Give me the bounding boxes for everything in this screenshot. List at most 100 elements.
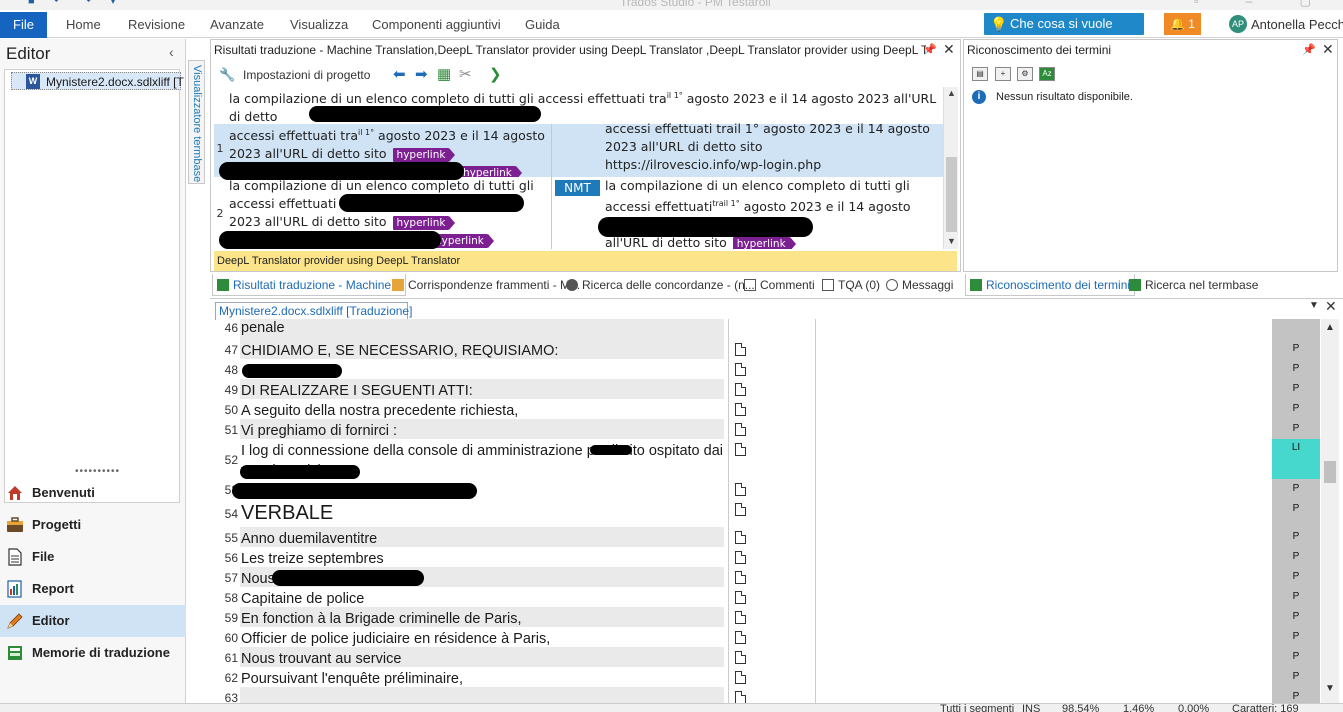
segment-row[interactable]: 55 Anno duemilaventitre P bbox=[212, 527, 1320, 547]
segment-target[interactable] bbox=[818, 627, 1272, 647]
segment-target[interactable] bbox=[818, 359, 1272, 379]
arrow-left-icon[interactable]: ⬅ bbox=[393, 65, 406, 83]
segment-target[interactable] bbox=[818, 527, 1272, 547]
segment-row[interactable]: 47 CHIDIAMO E, SE NECESSARIO, REQUISIAMO… bbox=[212, 339, 1320, 359]
segment-source[interactable]: Officier de police judiciaire en résiden… bbox=[240, 627, 724, 647]
project-settings-button[interactable]: Impostazioni di progetto bbox=[243, 68, 370, 82]
segment-target[interactable] bbox=[818, 567, 1272, 587]
segment-row[interactable]: 49 DI REALIZZARE I SEGUENTI ATTI: P bbox=[212, 379, 1320, 399]
segment-target[interactable] bbox=[818, 399, 1272, 419]
segment-row[interactable]: 60 Officier de police judiciaire en rési… bbox=[212, 627, 1320, 647]
segment-source[interactable]: Les treize septembres bbox=[240, 547, 724, 567]
segment-source[interactable]: Vi preghiamo di fornirci : bbox=[240, 419, 724, 439]
user-name[interactable]: Antonella Pecchi bbox=[1251, 17, 1343, 32]
segment-source[interactable]: penale bbox=[240, 319, 724, 339]
segment-target[interactable] bbox=[818, 379, 1272, 399]
pin-icon[interactable]: 📌 bbox=[1302, 43, 1316, 56]
nav-item-benvenuti[interactable]: Benvenuti bbox=[0, 477, 186, 509]
settings-icon[interactable]: 🔧 bbox=[219, 67, 235, 82]
tab-visualizza[interactable]: Visualizza bbox=[290, 17, 348, 32]
results-scrollbar[interactable]: ▲ ▼ bbox=[943, 87, 958, 249]
arrow-right-icon[interactable]: ➡ bbox=[415, 65, 428, 83]
scroll-down-icon[interactable]: ▼ bbox=[1325, 683, 1335, 694]
termbase-viewer-tab[interactable]: Visualizzatore termbase bbox=[188, 60, 205, 184]
segment-source[interactable]: CHIDIAMO E, SE NECESSARIO, REQUISIAMO: bbox=[240, 339, 724, 359]
segment-source[interactable]: VERBALE bbox=[240, 499, 724, 527]
tab-concordance-search[interactable]: Ricerca delle concordanze - (n... bbox=[566, 274, 755, 296]
pin-icon[interactable]: 📌 bbox=[923, 43, 937, 56]
segment-target[interactable] bbox=[818, 607, 1272, 627]
file-tab[interactable]: File bbox=[0, 12, 47, 38]
tab-guida[interactable]: Guida bbox=[525, 17, 560, 32]
tell-me-box[interactable]: 💡 Che cosa si vuole fare? bbox=[984, 13, 1144, 53]
collapse-pane-icon[interactable]: ‹ bbox=[169, 44, 174, 60]
tools-icon[interactable]: ✂ bbox=[459, 65, 472, 83]
segment-target[interactable] bbox=[818, 667, 1272, 687]
scroll-down-icon[interactable]: ▼ bbox=[947, 236, 956, 246]
tab-fragment-matches[interactable]: Corrispondenze frammenti - M... bbox=[392, 274, 580, 296]
tab-home[interactable]: Home bbox=[66, 17, 101, 32]
scroll-thumb[interactable] bbox=[1324, 461, 1336, 483]
segment-source[interactable]: DI REALIZZARE I SEGUENTI ATTI: bbox=[240, 379, 724, 399]
tab-translation-results[interactable]: Risultati traduzione - Machine... bbox=[212, 274, 407, 296]
segment-target[interactable] bbox=[818, 439, 1272, 479]
file-tree-item[interactable]: W Mynistere2.docx.sdlxliff [T bbox=[11, 72, 184, 90]
segment-row[interactable]: 56 Les treize septembres P bbox=[212, 547, 1320, 567]
nav-item-file[interactable]: File bbox=[0, 541, 186, 573]
segment-row[interactable]: 61 Nous trouvant au service P bbox=[212, 647, 1320, 667]
segment-target[interactable] bbox=[818, 419, 1272, 439]
segment-source[interactable] bbox=[240, 687, 724, 704]
segment-row[interactable]: 50 A seguito della nostra precedente ric… bbox=[212, 399, 1320, 419]
segment-row[interactable]: 63 P bbox=[212, 687, 1320, 704]
segment-target[interactable] bbox=[818, 547, 1272, 567]
segment-target[interactable] bbox=[818, 319, 1272, 339]
apply-translation-icon[interactable]: ▦ bbox=[437, 65, 451, 83]
scroll-up-icon[interactable]: ▲ bbox=[947, 88, 956, 98]
segment-row[interactable]: 48 P bbox=[212, 359, 1320, 379]
segment-row[interactable]: 52 I log di connessione della console di… bbox=[212, 439, 1320, 479]
tab-comments[interactable]: Commenti bbox=[744, 274, 815, 296]
tab-avanzate[interactable]: Avanzate bbox=[210, 17, 264, 32]
editor-scrollbar[interactable]: ▲ ▼ bbox=[1321, 319, 1339, 704]
segment-target[interactable] bbox=[818, 587, 1272, 607]
next-icon[interactable]: ❯ bbox=[489, 65, 502, 83]
segment-target[interactable] bbox=[818, 479, 1272, 499]
scroll-up-icon[interactable]: ▲ bbox=[1325, 322, 1335, 333]
segment-filter[interactable]: Tutti i segmenti bbox=[940, 704, 1014, 712]
segment-source[interactable]: Poursuivant l'enquête préliminaire, bbox=[240, 667, 724, 687]
nav-item-editor[interactable]: Editor bbox=[0, 605, 186, 637]
tab-tqa[interactable]: TQA (0) bbox=[822, 274, 880, 296]
segment-row[interactable]: 46 penale bbox=[212, 319, 1320, 339]
segment-source[interactable]: Nous trouvant au service bbox=[240, 647, 724, 667]
segment-source[interactable]: A seguito della nostra precedente richie… bbox=[240, 399, 724, 419]
segment-row[interactable]: 54 VERBALE P bbox=[212, 499, 1320, 527]
tab-termbase-search[interactable]: Ricerca nel termbase bbox=[1129, 274, 1258, 296]
document-tab[interactable]: Mynistere2.docx.sdlxliff [Traduzione] bbox=[215, 302, 412, 320]
nav-item-progetti[interactable]: Progetti bbox=[0, 509, 186, 541]
segment-target[interactable] bbox=[818, 339, 1272, 359]
segment-row[interactable]: 59 En fonction à la Brigade criminelle d… bbox=[212, 607, 1320, 627]
segment-target[interactable] bbox=[818, 687, 1272, 704]
notifications-button[interactable]: 🔔 1 bbox=[1164, 13, 1201, 35]
termbase-settings-icon[interactable]: ⚙ bbox=[1017, 67, 1033, 81]
nav-item-memorie-di-traduzione[interactable]: Memorie di traduzione bbox=[0, 637, 186, 669]
segment-row[interactable]: 51 Vi preghiamo di fornirci : P bbox=[212, 419, 1320, 439]
window-controls[interactable]: ▫ – ▢ bbox=[1194, 0, 1333, 8]
avatar[interactable]: AP bbox=[1229, 15, 1247, 33]
segment-source[interactable]: En fonction à la Brigade criminelle de P… bbox=[240, 607, 724, 627]
chevron-down-icon[interactable]: ▼ bbox=[1309, 300, 1319, 311]
close-icon[interactable]: ✕ bbox=[1322, 41, 1334, 58]
segment-target[interactable] bbox=[818, 499, 1272, 527]
segment-source[interactable]: Anno duemilaventitre bbox=[240, 527, 724, 547]
tab-componenti-aggiuntivi[interactable]: Componenti aggiuntivi bbox=[372, 17, 501, 32]
tab-revisione[interactable]: Revisione bbox=[128, 17, 185, 32]
splitter-grip[interactable]: •••••••••• bbox=[75, 466, 120, 477]
tab-messages[interactable]: Messaggi bbox=[886, 274, 953, 296]
close-icon[interactable]: ✕ bbox=[943, 41, 955, 58]
scroll-thumb[interactable] bbox=[946, 157, 957, 232]
segment-row[interactable]: 58 Capitaine de police P bbox=[212, 587, 1320, 607]
segment-target[interactable] bbox=[818, 647, 1272, 667]
term-recognition-icon[interactable]: Az bbox=[1039, 67, 1055, 81]
segment-row[interactable]: 62 Poursuivant l'enquête préliminaire, P bbox=[212, 667, 1320, 687]
termbase-entry-icon[interactable]: ▤ bbox=[972, 67, 988, 81]
